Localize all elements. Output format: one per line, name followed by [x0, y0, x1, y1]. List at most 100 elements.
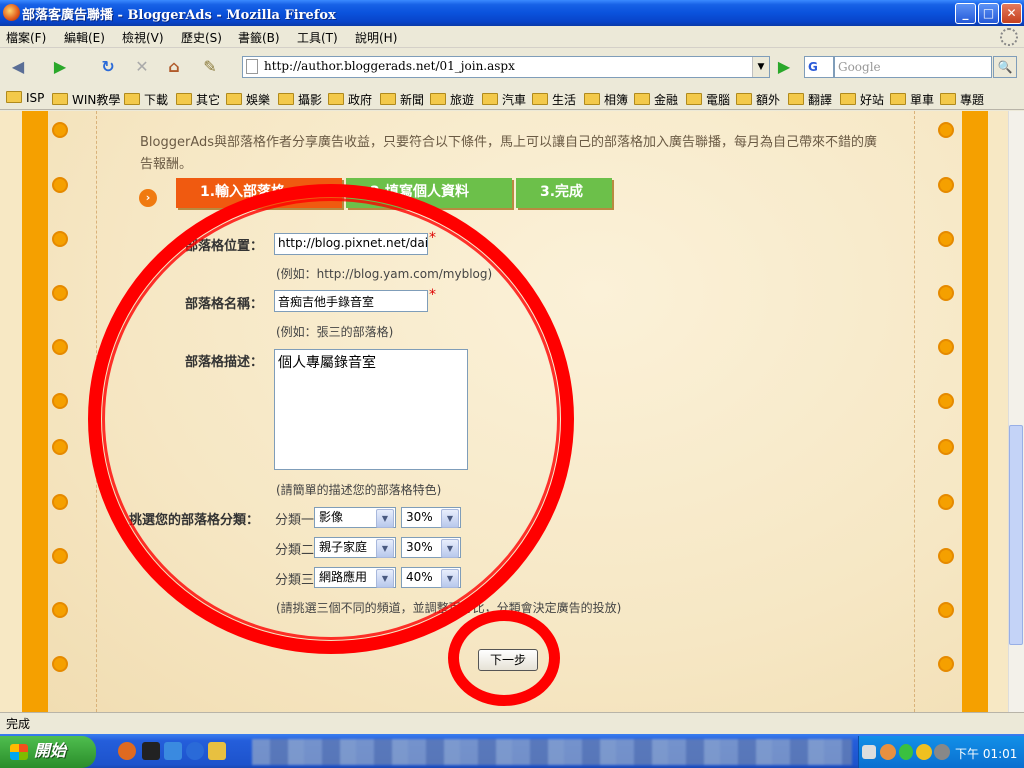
minimize-button[interactable]: _ — [955, 3, 976, 24]
folder-icon — [328, 93, 344, 105]
taskbar-running-apps[interactable] — [252, 739, 852, 765]
binder-ring — [938, 393, 954, 409]
folder-icon — [226, 93, 242, 105]
menu-bookmarks[interactable]: 書籤(B) — [238, 29, 280, 46]
windows-logo-icon — [10, 744, 28, 760]
annotation-circle-next-button — [448, 610, 560, 706]
folder-icon — [736, 93, 752, 105]
bookmark-folder[interactable]: 生活 — [532, 91, 576, 109]
bookmark-folder[interactable]: 金融 — [634, 91, 678, 109]
binder-ring — [938, 231, 954, 247]
maximize-button[interactable]: □ — [978, 3, 999, 24]
status-bar — [0, 712, 1024, 734]
bookmark-folder[interactable]: 下載 — [124, 91, 168, 109]
folder-icon — [124, 93, 140, 105]
smiley-icon[interactable] — [916, 744, 932, 760]
folder-icon — [430, 93, 446, 105]
menu-edit[interactable]: 編輯(E) — [64, 29, 105, 46]
forward-icon[interactable]: ▶ — [48, 55, 72, 79]
menu-view[interactable]: 檢視(V) — [122, 29, 164, 46]
binder-ring — [52, 548, 68, 564]
bookmark-folder[interactable]: 好站 — [840, 91, 884, 109]
folder-icon — [532, 93, 548, 105]
bookmark-folder[interactable]: 娛樂 — [226, 91, 270, 109]
binder-ring — [938, 656, 954, 672]
folder-icon — [890, 93, 906, 105]
folder-icon — [686, 93, 702, 105]
binder-ring — [938, 439, 954, 455]
notebook-binding-left — [22, 111, 48, 712]
menu-help[interactable]: 說明(H) — [355, 29, 397, 46]
bookmark-folder[interactable]: 電腦 — [686, 91, 730, 109]
keyboard-icon[interactable] — [862, 745, 876, 759]
home-icon[interactable]: ⌂ — [162, 55, 186, 79]
messenger-icon[interactable] — [899, 744, 913, 760]
bookmark-folder[interactable]: 額外 — [736, 91, 780, 109]
margin-line-right — [914, 111, 915, 712]
status-text: 完成 — [6, 717, 31, 731]
binder-ring — [52, 122, 68, 138]
binder-ring — [52, 656, 68, 672]
search-icon[interactable]: 🔍 — [993, 56, 1017, 78]
folder-icon — [940, 93, 956, 105]
url-dropdown-icon[interactable]: ▼ — [752, 57, 769, 77]
bookmark-folder[interactable]: 翻譯 — [788, 91, 832, 109]
binder-ring — [938, 339, 954, 355]
bookmark-folder[interactable]: 政府 — [328, 91, 372, 109]
folder-icon — [634, 93, 650, 105]
binder-ring — [52, 393, 68, 409]
folder-icon — [584, 93, 600, 105]
stop-icon[interactable]: ✕ — [130, 55, 154, 79]
bookmark-folder[interactable]: WIN教學 — [52, 91, 120, 109]
tool-quicklaunch-icon[interactable] — [208, 742, 226, 760]
folder-icon — [176, 93, 192, 105]
binder-ring — [52, 339, 68, 355]
addon-icon[interactable]: ✎ — [198, 55, 222, 79]
folder-icon — [52, 93, 68, 105]
back-icon[interactable]: ◀ — [6, 55, 30, 79]
reload-icon[interactable]: ↻ — [96, 55, 120, 79]
bookmark-folder[interactable]: 新聞 — [380, 91, 424, 109]
folder-icon — [840, 93, 856, 105]
bookmark-folder[interactable]: ISP — [6, 91, 44, 109]
firefox-icon — [3, 4, 20, 21]
pc-app-quicklaunch-icon[interactable] — [142, 742, 160, 760]
bookmark-folder[interactable]: 旅遊 — [430, 91, 474, 109]
binder-ring — [52, 177, 68, 193]
clock: 下午 01:01 — [955, 747, 1018, 761]
speaker-icon[interactable] — [934, 744, 950, 760]
go-icon[interactable]: ▶ — [774, 57, 794, 77]
binder-ring — [52, 231, 68, 247]
menu-history[interactable]: 歷史(S) — [181, 29, 222, 46]
menu-tools[interactable]: 工具(T) — [297, 29, 338, 46]
step-arrow-icon: › — [139, 189, 157, 207]
binder-ring — [938, 122, 954, 138]
binder-ring — [938, 177, 954, 193]
search-engine-selector[interactable]: G — [804, 56, 834, 78]
binder-ring — [938, 285, 954, 301]
bookmark-folder[interactable]: 攝影 — [278, 91, 322, 109]
bookmark-folder[interactable]: 其它 — [176, 91, 220, 109]
binder-ring — [52, 602, 68, 618]
menu-file[interactable]: 檔案(F) — [6, 29, 46, 46]
bookmark-folder[interactable]: 專題 — [940, 91, 984, 109]
ie-quicklaunch-icon[interactable] — [186, 742, 204, 760]
binder-ring — [938, 602, 954, 618]
firefox-quicklaunch-icon[interactable] — [118, 742, 136, 760]
notebook-binding-right — [962, 111, 988, 712]
bookmark-folder[interactable]: 汽車 — [482, 91, 526, 109]
tray-chevron-icon[interactable] — [880, 744, 896, 760]
step-3: 3.完成 — [516, 178, 612, 208]
app-quicklaunch-icon[interactable] — [164, 742, 182, 760]
close-button[interactable]: ✕ — [1001, 3, 1022, 24]
intro-text: BloggerAds與部落格作者分享廣告收益，只要符合以下條件，馬上可以讓自己的… — [140, 135, 878, 172]
search-placeholder: Google — [838, 60, 881, 74]
bookmark-folder[interactable]: 相簿 — [584, 91, 628, 109]
folder-icon — [482, 93, 498, 105]
url-text: http://author.bloggerads.net/01_join.asp… — [264, 59, 515, 73]
scrollbar-thumb[interactable] — [1009, 425, 1023, 645]
folder-icon — [278, 93, 294, 105]
folder-icon — [6, 91, 22, 103]
folder-icon — [788, 93, 804, 105]
bookmark-folder[interactable]: 單車 — [890, 91, 934, 109]
